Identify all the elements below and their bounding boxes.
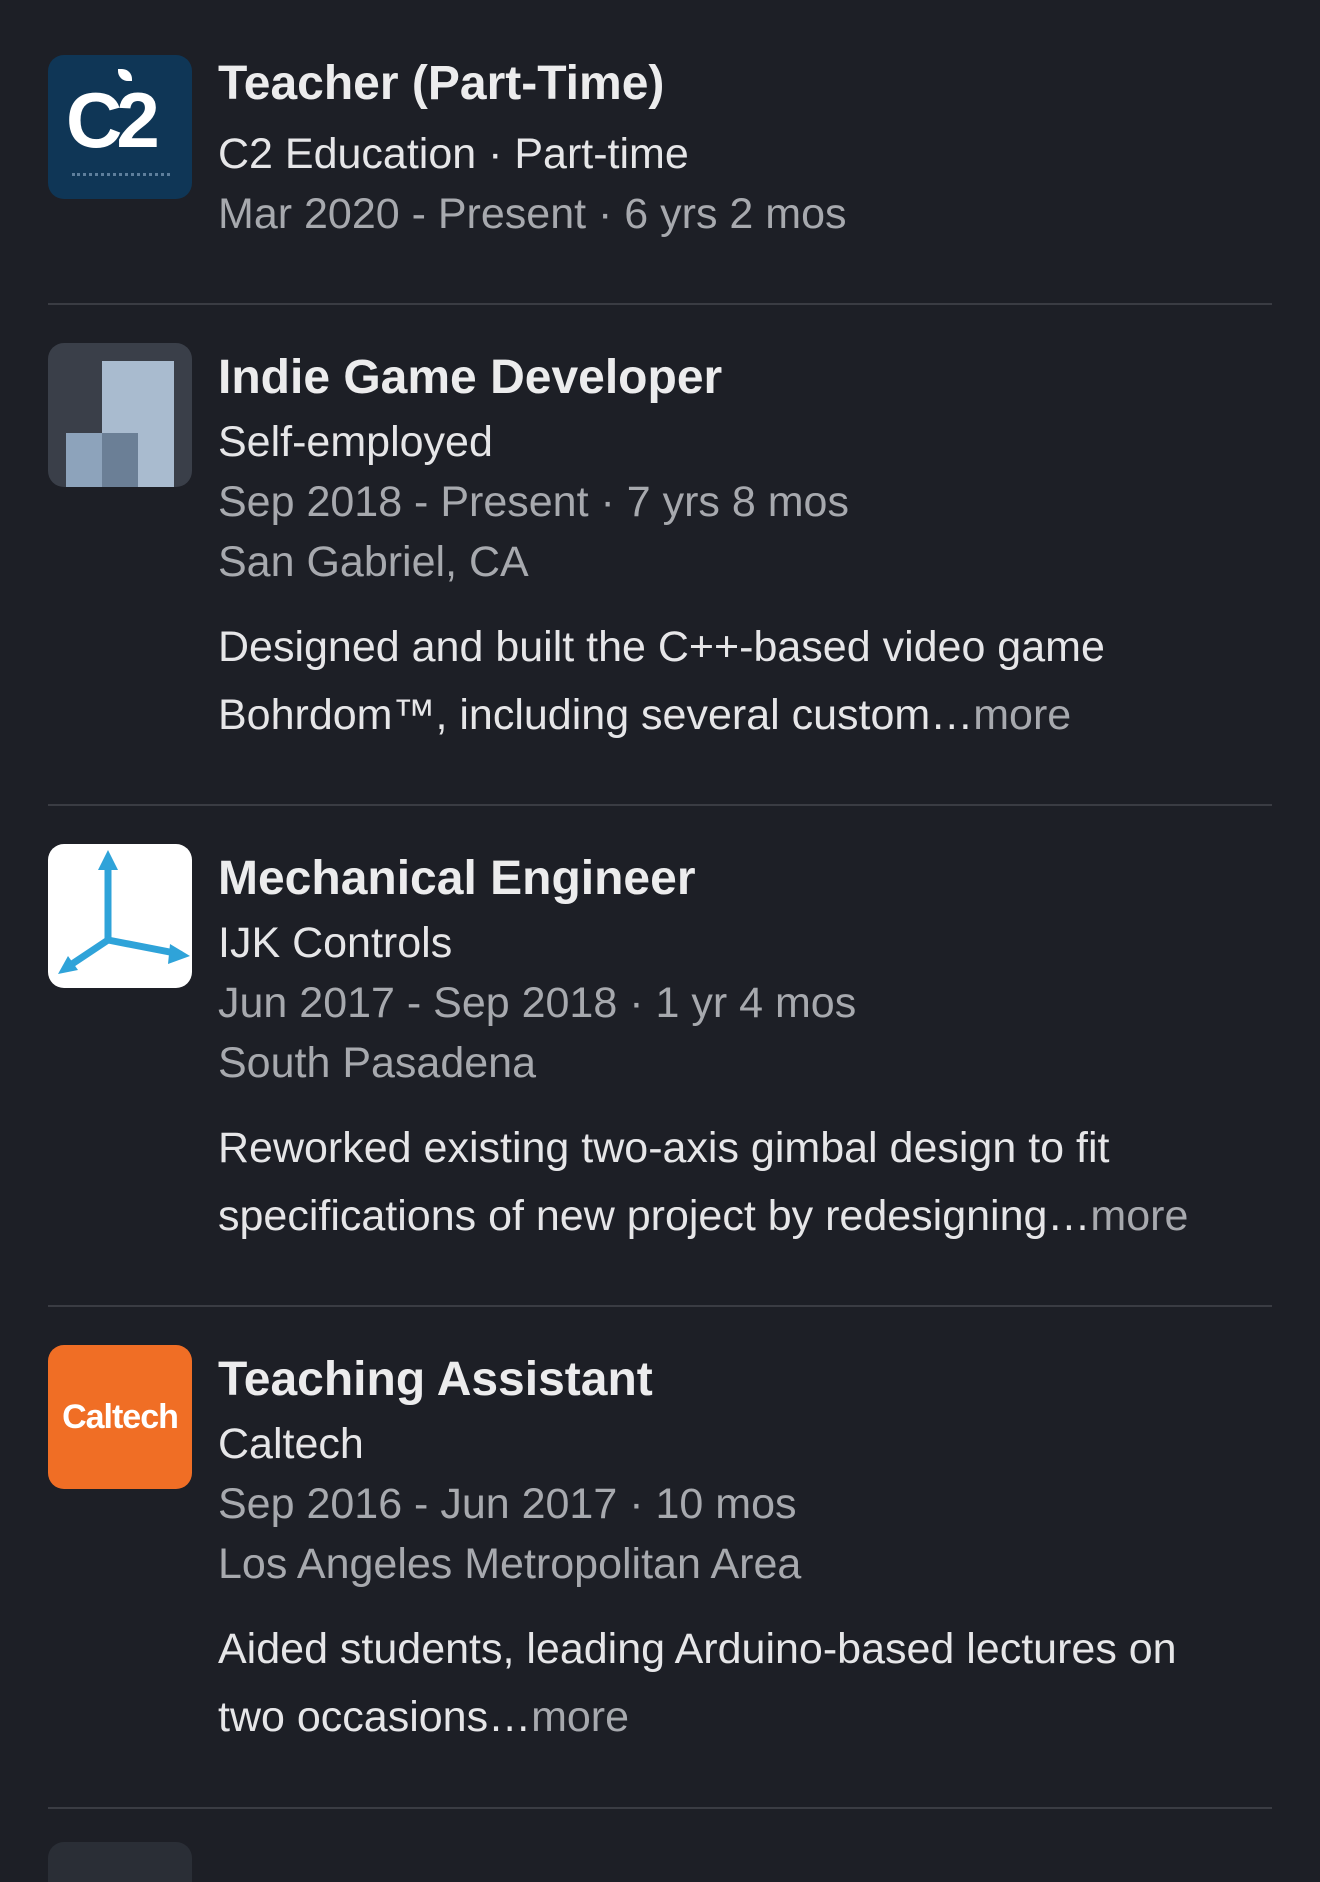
divider bbox=[48, 1807, 1272, 1809]
company-name: IJK Controls bbox=[218, 919, 453, 967]
description-line: Aided students, leading Arduino-based le… bbox=[218, 1625, 1177, 1673]
location: South Pasadena bbox=[218, 1039, 536, 1087]
logo-block-mid bbox=[102, 433, 138, 487]
axes-icon bbox=[58, 850, 190, 974]
indie-game-logo[interactable] bbox=[48, 343, 192, 487]
description-line-2: specifications of new project by redesig… bbox=[218, 1182, 1278, 1250]
company-name: Self-employed bbox=[218, 418, 493, 466]
see-more-link[interactable]: more bbox=[1090, 1192, 1188, 1240]
date-range: Mar 2020 - Present · 6 yrs 2 mos bbox=[218, 190, 847, 238]
job-title: Teacher (Part-Time) bbox=[218, 57, 665, 110]
location: San Gabriel, CA bbox=[218, 538, 529, 586]
description-line-text: specifications of new project by redesig… bbox=[218, 1192, 1091, 1240]
location: Los Angeles Metropolitan Area bbox=[218, 1540, 802, 1588]
caltech-logo[interactable]: Caltech bbox=[48, 1345, 192, 1489]
divider bbox=[48, 1305, 1272, 1307]
job-title: Mechanical Engineer bbox=[218, 852, 696, 905]
c2-logo-text: C2 bbox=[66, 76, 160, 164]
experience-item-indie-game[interactable]: Indie Game Developer Self-employed Sep 2… bbox=[48, 343, 1272, 743]
company-name: C2 Education · Part-time bbox=[218, 130, 689, 178]
ijk-controls-logo[interactable] bbox=[48, 844, 192, 988]
description-line: Designed and built the C++-based video g… bbox=[218, 623, 1105, 671]
description: Designed and built the C++-based video g… bbox=[218, 613, 1278, 749]
divider bbox=[48, 303, 1272, 305]
description-line-2: Bohrdom™, including several custom…more bbox=[218, 681, 1278, 749]
description-line: Reworked existing two-axis gimbal design… bbox=[218, 1124, 1110, 1172]
description-line-2: two occasions…more bbox=[218, 1683, 1278, 1751]
caltech-logo-text: Caltech bbox=[62, 1397, 179, 1436]
c2-education-logo[interactable]: C2 bbox=[48, 55, 192, 199]
see-more-link[interactable]: more bbox=[973, 691, 1071, 739]
next-item-logo-partial[interactable] bbox=[48, 1842, 192, 1882]
date-range: Sep 2018 - Present · 7 yrs 8 mos bbox=[218, 478, 849, 526]
logo-block-short bbox=[66, 433, 102, 487]
experience-item-ijk-controls[interactable]: Mechanical Engineer IJK Controls Jun 201… bbox=[48, 844, 1272, 1244]
description-line-text: two occasions… bbox=[218, 1693, 532, 1741]
date-range: Jun 2017 - Sep 2018 · 1 yr 4 mos bbox=[218, 979, 857, 1027]
experience-item-c2-education[interactable]: C2 Teacher (Part-Time) C2 Education · Pa… bbox=[48, 55, 1272, 236]
description: Aided students, leading Arduino-based le… bbox=[218, 1615, 1278, 1751]
company-name: Caltech bbox=[218, 1420, 364, 1468]
description-line-text: Bohrdom™, including several custom… bbox=[218, 691, 974, 739]
experience-item-caltech[interactable]: Caltech Teaching Assistant Caltech Sep 2… bbox=[48, 1345, 1272, 1745]
job-title: Indie Game Developer bbox=[218, 351, 723, 404]
see-more-link[interactable]: more bbox=[531, 1693, 629, 1741]
job-title: Teaching Assistant bbox=[218, 1353, 653, 1406]
logo-subtext-dots bbox=[72, 173, 170, 182]
description: Reworked existing two-axis gimbal design… bbox=[218, 1114, 1278, 1250]
date-range: Sep 2016 - Jun 2017 · 10 mos bbox=[218, 1480, 797, 1528]
divider bbox=[48, 804, 1272, 806]
